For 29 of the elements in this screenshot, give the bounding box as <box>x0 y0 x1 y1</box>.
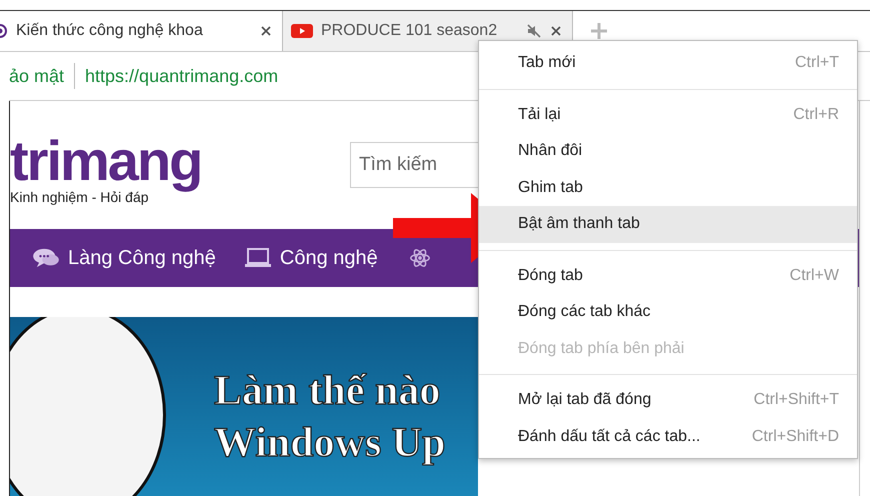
shortcut-text: Ctrl+T <box>795 54 839 72</box>
nav-link[interactable]: Công nghệ <box>280 246 378 270</box>
menu-item[interactable]: Mở lại tab đã đóng Ctrl+Shift+T <box>479 382 857 418</box>
url-text: https://quantrimang.com <box>85 66 278 86</box>
browser-tab[interactable]: Kiến thức công nghệ khoa <box>0 11 283 51</box>
menu-item[interactable]: Bật âm thanh tab <box>479 206 857 242</box>
menu-item[interactable]: Đóng các tab khác <box>479 294 857 330</box>
banner-headline: Làm thế nào <box>214 367 442 416</box>
site-tagline: Kinh nghiệm - Hỏi đáp <box>10 189 149 205</box>
chat-icon[interactable] <box>32 247 60 269</box>
muted-speaker-icon[interactable] <box>526 23 542 39</box>
menu-item[interactable]: Đóng tab Ctrl+W <box>479 258 857 294</box>
shortcut-text: Ctrl+R <box>793 106 839 124</box>
laptop-icon[interactable] <box>244 247 272 269</box>
tab-title: Kiến thức công nghệ khoa <box>16 22 204 40</box>
security-label: ảo mật <box>9 66 64 86</box>
tab-title: PRODUCE 101 season2 <box>321 22 498 40</box>
close-icon[interactable] <box>550 25 562 37</box>
shortcut-text: Ctrl+Shift+D <box>752 428 839 446</box>
shortcut-text: Ctrl+W <box>790 266 839 285</box>
site-logo-icon <box>0 23 8 39</box>
close-icon[interactable] <box>260 25 272 37</box>
article-banner[interactable]: Làm thế nào Windows Up <box>10 317 478 496</box>
shortcut-text: Ctrl+Shift+T <box>754 391 839 410</box>
browser-tab[interactable]: PRODUCE 101 season2 <box>283 11 573 51</box>
menu-item[interactable]: Đánh dấu tất cả các tab... Ctrl+Shift+D <box>479 418 857 455</box>
nav-link[interactable]: Làng Công nghệ <box>68 246 216 270</box>
banner-headline: Windows Up <box>214 419 446 468</box>
play-icon <box>291 23 313 39</box>
